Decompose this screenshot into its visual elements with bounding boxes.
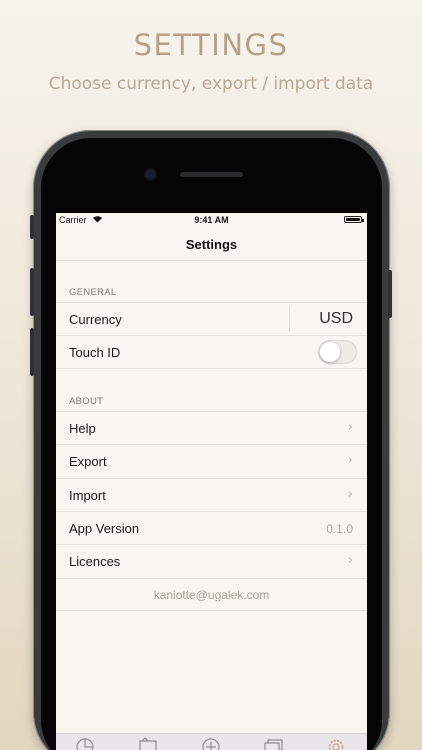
settings-gear-icon[interactable]: [325, 737, 347, 750]
promo-headline: SETTINGS: [133, 28, 289, 62]
wallet-icon[interactable]: [137, 737, 159, 750]
touch-id-row: Touch ID: [56, 335, 367, 368]
tab-bar: [56, 733, 367, 750]
currency-field[interactable]: USD: [289, 306, 357, 332]
currency-row[interactable]: Currency USD: [56, 302, 367, 335]
import-label: Import: [69, 488, 106, 503]
status-time: 9:41 AM: [194, 215, 229, 225]
page-title: Settings: [185, 237, 238, 252]
cards-icon[interactable]: [262, 737, 284, 750]
nav-divider: [56, 260, 367, 261]
chevron-right-icon: ›: [347, 487, 353, 502]
section-divider: [56, 368, 367, 369]
earpiece-speaker: [180, 172, 243, 177]
help-label: Help: [69, 421, 96, 436]
section-header-about: ABOUT: [69, 396, 104, 407]
volume-down-button: [30, 328, 34, 376]
toggle-knob: [320, 342, 340, 362]
chevron-right-icon: ›: [347, 420, 353, 435]
app-version-label: App Version: [69, 521, 140, 536]
chevron-right-icon: ›: [347, 553, 353, 568]
currency-label: Currency: [69, 312, 122, 327]
chevron-right-icon: ›: [347, 453, 353, 468]
battery-icon: [344, 216, 364, 223]
volume-up-button: [30, 268, 34, 316]
power-button: [388, 270, 392, 318]
licences-row[interactable]: Licences ›: [56, 544, 367, 577]
promo-subline: Choose currency, export / import data: [48, 74, 374, 94]
touch-id-toggle[interactable]: [318, 340, 357, 364]
app-version-row: App Version 0.1.0: [56, 511, 367, 544]
chart-icon[interactable]: [74, 737, 96, 750]
import-row[interactable]: Import ›: [56, 478, 367, 511]
touch-id-label: Touch ID: [69, 345, 121, 360]
contact-email-link[interactable]: kaniotte@ugalek.com: [56, 588, 367, 602]
help-row[interactable]: Help ›: [56, 411, 367, 444]
app-version-value: 0.1.0: [326, 522, 353, 536]
app-screen: Carrier 9:41 AM Settings GENERAL Currenc…: [56, 213, 367, 750]
section-header-general: GENERAL: [69, 287, 117, 298]
contact-row[interactable]: kaniotte@ugalek.com: [56, 578, 367, 611]
mute-switch: [30, 215, 34, 239]
export-row[interactable]: Export ›: [56, 444, 367, 477]
add-icon[interactable]: [200, 737, 222, 750]
licences-label: Licences: [69, 554, 121, 569]
export-label: Export: [69, 454, 107, 469]
status-bar: Carrier 9:41 AM: [56, 213, 367, 227]
front-camera: [146, 170, 155, 179]
